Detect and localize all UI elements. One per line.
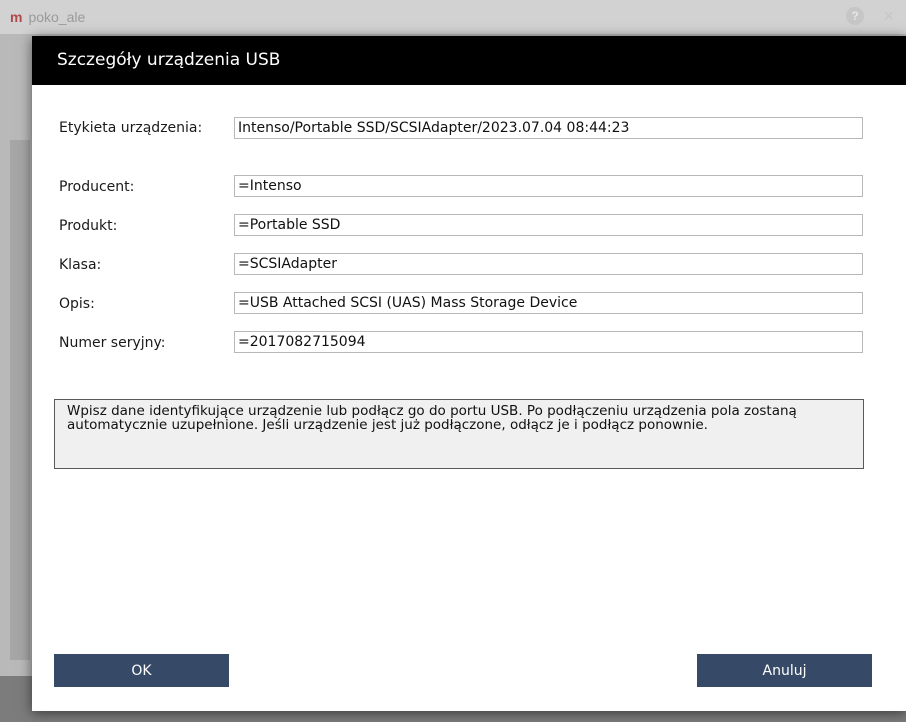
ok-button[interactable]: OK	[54, 654, 229, 687]
dialog-title: Szczegóły urządzenia USB	[57, 50, 281, 70]
manufacturer-input[interactable]	[234, 175, 863, 197]
class-label: Klasa:	[59, 257, 102, 273]
cancel-button[interactable]: Anuluj	[697, 654, 872, 687]
help-icon: ?	[846, 7, 864, 25]
background-topbar: m poko_ale ? ×	[0, 0, 906, 34]
description-label: Opis:	[59, 296, 95, 312]
usb-device-details-dialog: Szczegóły urządzenia USB Etykieta urządz…	[32, 36, 906, 711]
serial-number-label: Numer seryjny:	[59, 335, 166, 351]
device-label-label: Etykieta urządzenia:	[59, 120, 203, 136]
dialog-header: Szczegóły urządzenia USB	[32, 36, 906, 85]
device-label-input[interactable]	[234, 117, 863, 139]
manufacturer-label: Producent:	[59, 179, 135, 195]
info-message: Wpisz dane identyfikujące urządzenie lub…	[54, 399, 864, 469]
app-logo-icon: m	[10, 9, 23, 25]
background-app-title: m poko_ale	[10, 9, 85, 25]
class-input[interactable]	[234, 253, 863, 275]
product-input[interactable]	[234, 214, 863, 236]
background-app-title-text: poko_ale	[28, 9, 86, 25]
description-input[interactable]	[234, 292, 863, 314]
background-sidebar	[10, 140, 30, 660]
product-label: Produkt:	[59, 218, 118, 234]
serial-number-input[interactable]	[234, 331, 863, 353]
close-icon: ×	[883, 6, 894, 26]
